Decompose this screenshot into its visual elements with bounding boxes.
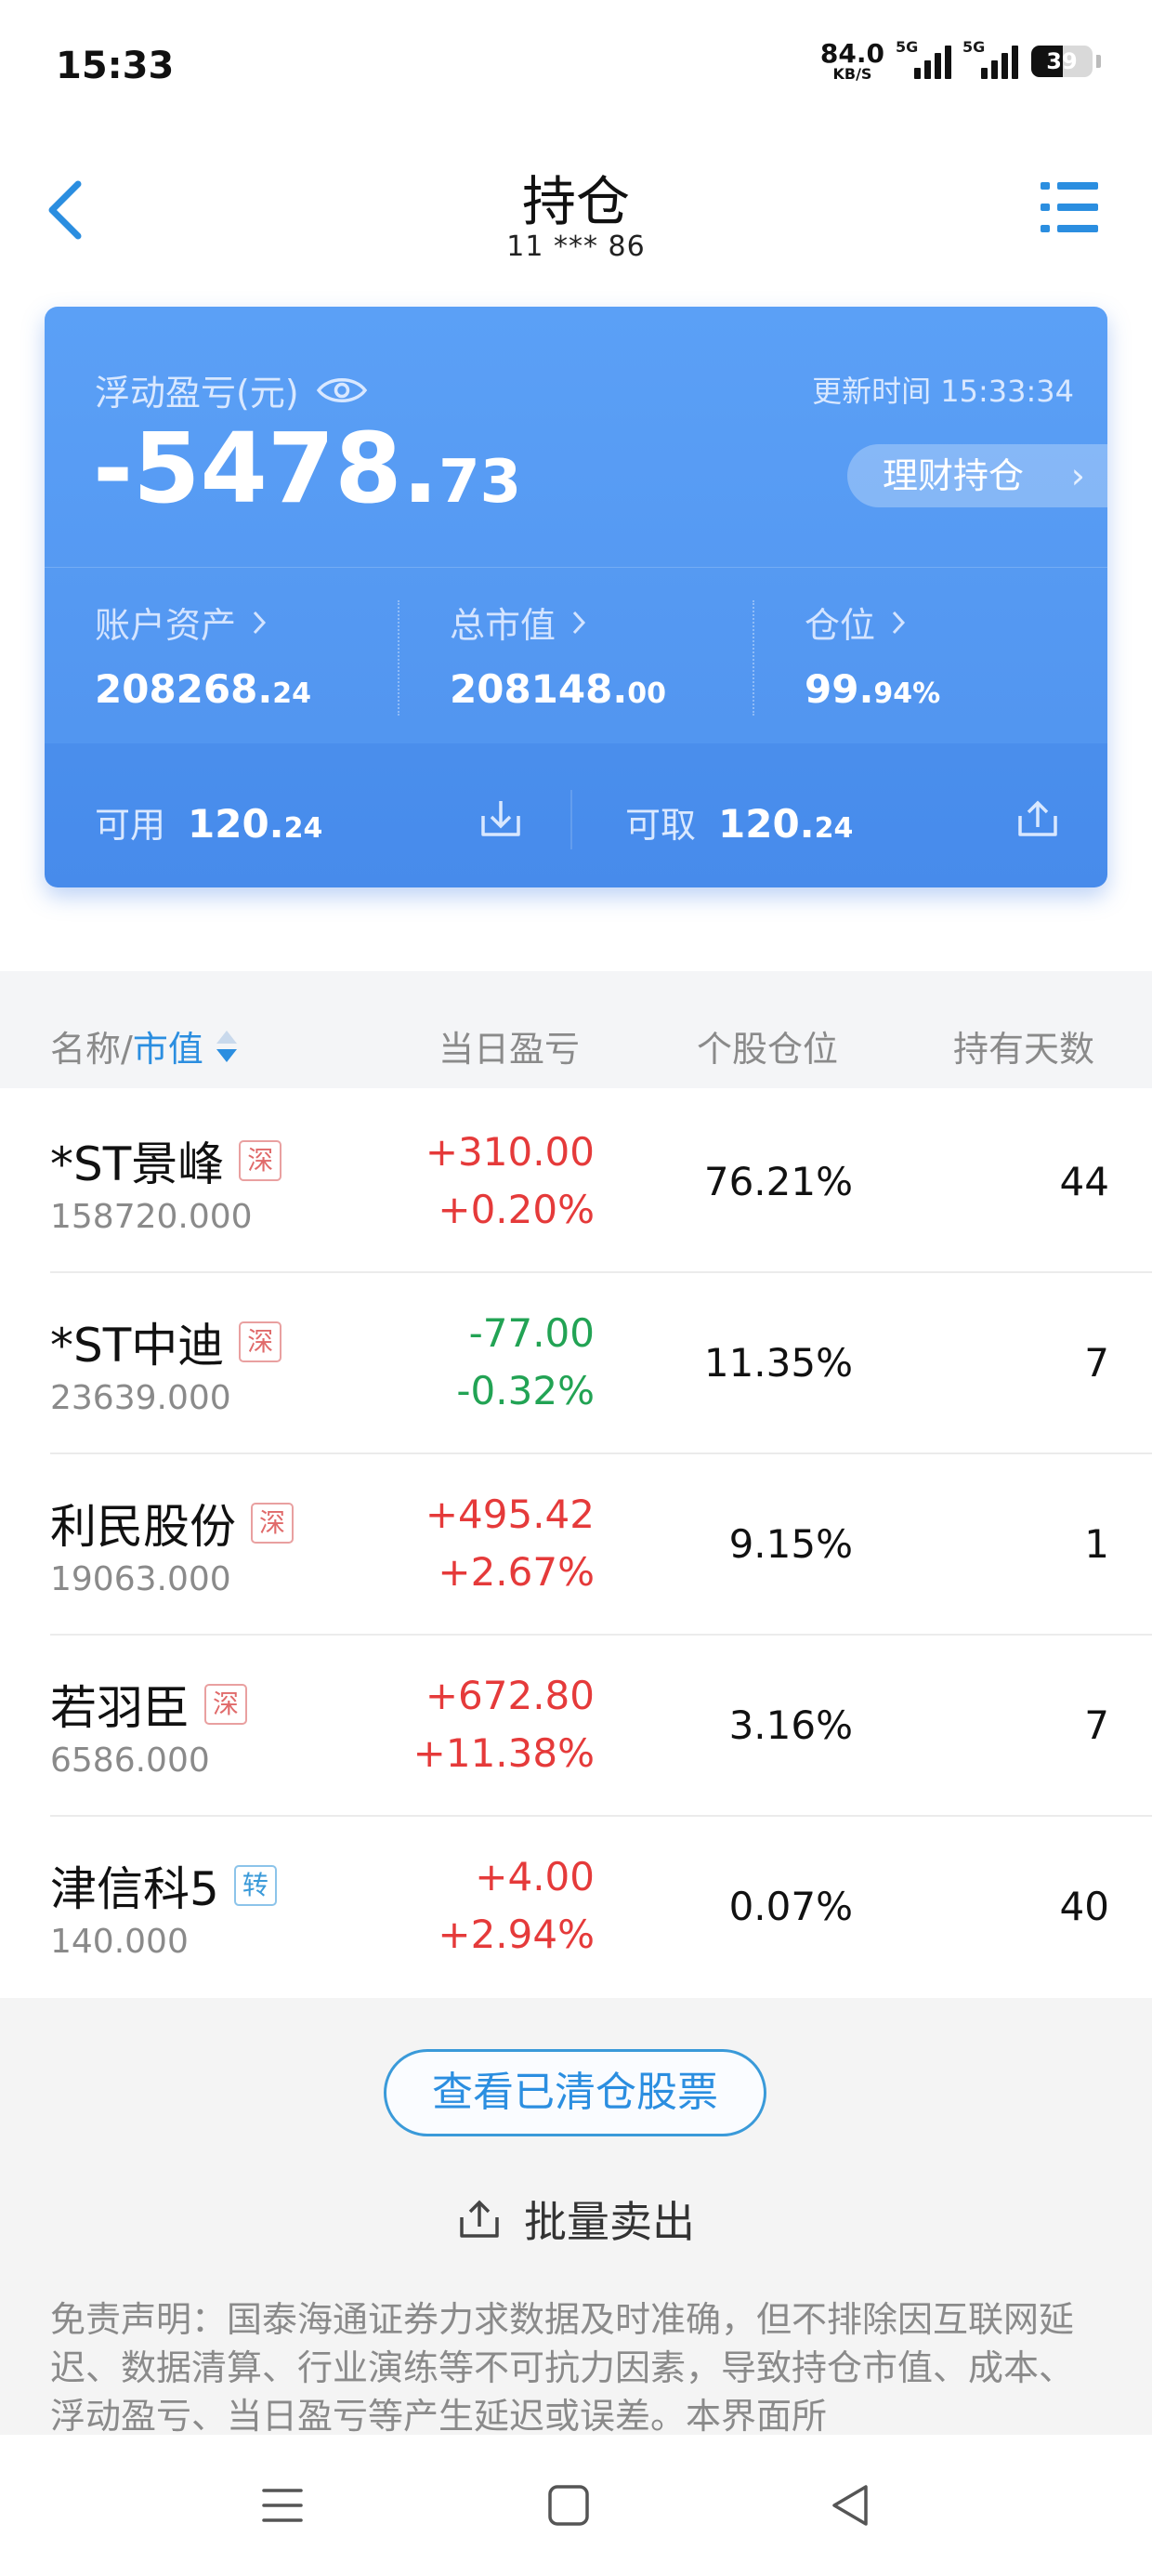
page-title: 持仓 — [521, 170, 630, 233]
transfer-in-icon[interactable] — [478, 795, 524, 842]
sort-icon[interactable] — [213, 1025, 241, 1068]
stock-market-value: 23639.000 — [50, 1379, 231, 1417]
stock-name: 津信科5 转 — [50, 1852, 277, 1919]
table-row[interactable]: *ST景峰深 158720.000 +310.00 +0.20% 76.21% … — [0, 1092, 1152, 1273]
daily-pnl-percent: +0.20% — [438, 1187, 595, 1232]
stock-position: 0.07% — [728, 1884, 853, 1929]
section-gap — [0, 971, 1152, 997]
holding-days: 40 — [1059, 1884, 1109, 1929]
divider — [570, 790, 572, 849]
holding-days: 7 — [1084, 1702, 1109, 1748]
stock-market-value: 6586.000 — [50, 1741, 210, 1780]
daily-pnl: +495.42 — [425, 1492, 595, 1537]
signal-icon: 5G — [896, 38, 951, 79]
stock-position: 9.15% — [728, 1521, 853, 1567]
signal-icon: 5G — [962, 38, 1018, 79]
column-position[interactable]: 个股仓位 — [697, 1020, 838, 1071]
holding-days: 7 — [1084, 1340, 1109, 1386]
network-speed: 84.0 KB/S — [819, 38, 884, 83]
view-cleared-stocks-button[interactable]: 查看已清仓股票 — [384, 2049, 766, 2136]
account-assets[interactable]: 账户资产 208268.24 — [95, 597, 411, 712]
stock-name: 若羽臣深 — [50, 1671, 248, 1738]
available-funds: 可用 120.24 — [95, 801, 323, 847]
daily-pnl-percent: +2.94% — [438, 1912, 595, 1957]
status-time: 15:33 — [56, 45, 175, 87]
divider — [45, 567, 1107, 568]
menu-icon[interactable] — [256, 2479, 308, 2531]
daily-pnl: +672.80 — [425, 1673, 595, 1718]
market-badge: 深 — [204, 1684, 248, 1725]
holding-days: 44 — [1059, 1159, 1109, 1204]
chevron-right-icon — [572, 611, 586, 634]
market-badge: 深 — [239, 1140, 282, 1181]
market-badge: 深 — [239, 1321, 282, 1362]
chevron-right-icon — [892, 611, 906, 634]
daily-pnl: +4.00 — [475, 1854, 595, 1899]
table-row[interactable]: 利民股份深 19063.000 +495.42 +2.67% 9.15% 1 — [0, 1454, 1152, 1636]
summary-card: 浮动盈亏(元) 更新时间 15:33:34 -5478.73 理财持仓 › 账户… — [45, 307, 1107, 887]
stock-position: 3.16% — [728, 1702, 853, 1748]
market-badge: 深 — [251, 1503, 295, 1544]
stock-position: 76.21% — [703, 1159, 853, 1204]
wealth-holdings-button[interactable]: 理财持仓 › — [847, 444, 1107, 507]
float-pnl-label: 浮动盈亏(元) — [95, 364, 368, 415]
home-icon[interactable] — [543, 2479, 595, 2531]
stock-name: *ST景峰深 — [50, 1127, 282, 1194]
transfer-out-icon[interactable] — [1015, 795, 1061, 842]
daily-pnl-percent: -0.32% — [456, 1368, 595, 1413]
daily-pnl-percent: +2.67% — [438, 1549, 595, 1595]
status-icons: 84.0 KB/S 5G 5G 39 — [819, 38, 1101, 83]
float-pnl-value: -5478.73 — [93, 412, 522, 525]
stock-position: 11.35% — [703, 1340, 853, 1386]
list-menu-icon[interactable] — [1039, 177, 1100, 238]
battery-icon: 39 — [1031, 46, 1093, 77]
share-upload-icon — [460, 2200, 499, 2238]
chevron-right-icon — [253, 611, 267, 634]
stock-name: *ST中迪深 — [50, 1308, 282, 1375]
divider — [398, 600, 399, 716]
stock-market-value: 140.000 — [50, 1923, 189, 1961]
disclaimer-text: 免责声明：国泰海通证券力求数据及时准确，但不排除因互联网延迟、数据清算、行业演练… — [50, 2299, 1075, 2435]
chevron-right-icon: › — [1070, 455, 1085, 496]
table-row[interactable]: 若羽臣深 6586.000 +672.80 +11.38% 3.16% 7 — [0, 1636, 1152, 1817]
account-number: 11 *** 86 — [506, 230, 646, 263]
market-badge: 转 — [233, 1865, 277, 1906]
divider — [753, 600, 754, 716]
table-row[interactable]: *ST中迪深 23639.000 -77.00 -0.32% 11.35% 7 — [0, 1273, 1152, 1454]
position-ratio[interactable]: 仓位 99.94% — [805, 597, 1107, 712]
stock-market-value: 158720.000 — [50, 1198, 253, 1236]
eye-icon[interactable] — [316, 374, 368, 407]
column-name-market-value[interactable]: 名称/市值 — [50, 1020, 241, 1071]
battery-tip — [1096, 55, 1101, 68]
column-holding-days[interactable]: 持有天数 — [953, 1020, 1094, 1071]
holding-days: 1 — [1084, 1521, 1109, 1567]
stock-name: 利民股份深 — [50, 1490, 295, 1557]
daily-pnl: -77.00 — [468, 1310, 595, 1356]
update-time: 更新时间 15:33:34 — [812, 374, 1074, 409]
daily-pnl-percent: +11.38% — [412, 1730, 595, 1776]
daily-pnl: +310.00 — [425, 1129, 595, 1175]
total-market-value[interactable]: 总市值 208148.00 — [450, 597, 766, 712]
back-icon[interactable] — [825, 2479, 877, 2531]
batch-sell-button[interactable]: 批量卖出 — [0, 2188, 1152, 2250]
table-row[interactable]: 津信科5 转 140.000 +4.00 +2.94% 0.07% 40 — [0, 1817, 1152, 1998]
stock-market-value: 19063.000 — [50, 1560, 231, 1598]
column-daily-pnl[interactable]: 当日盈亏 — [439, 1020, 580, 1071]
withdrawable-funds: 可取 120.24 — [625, 801, 854, 847]
